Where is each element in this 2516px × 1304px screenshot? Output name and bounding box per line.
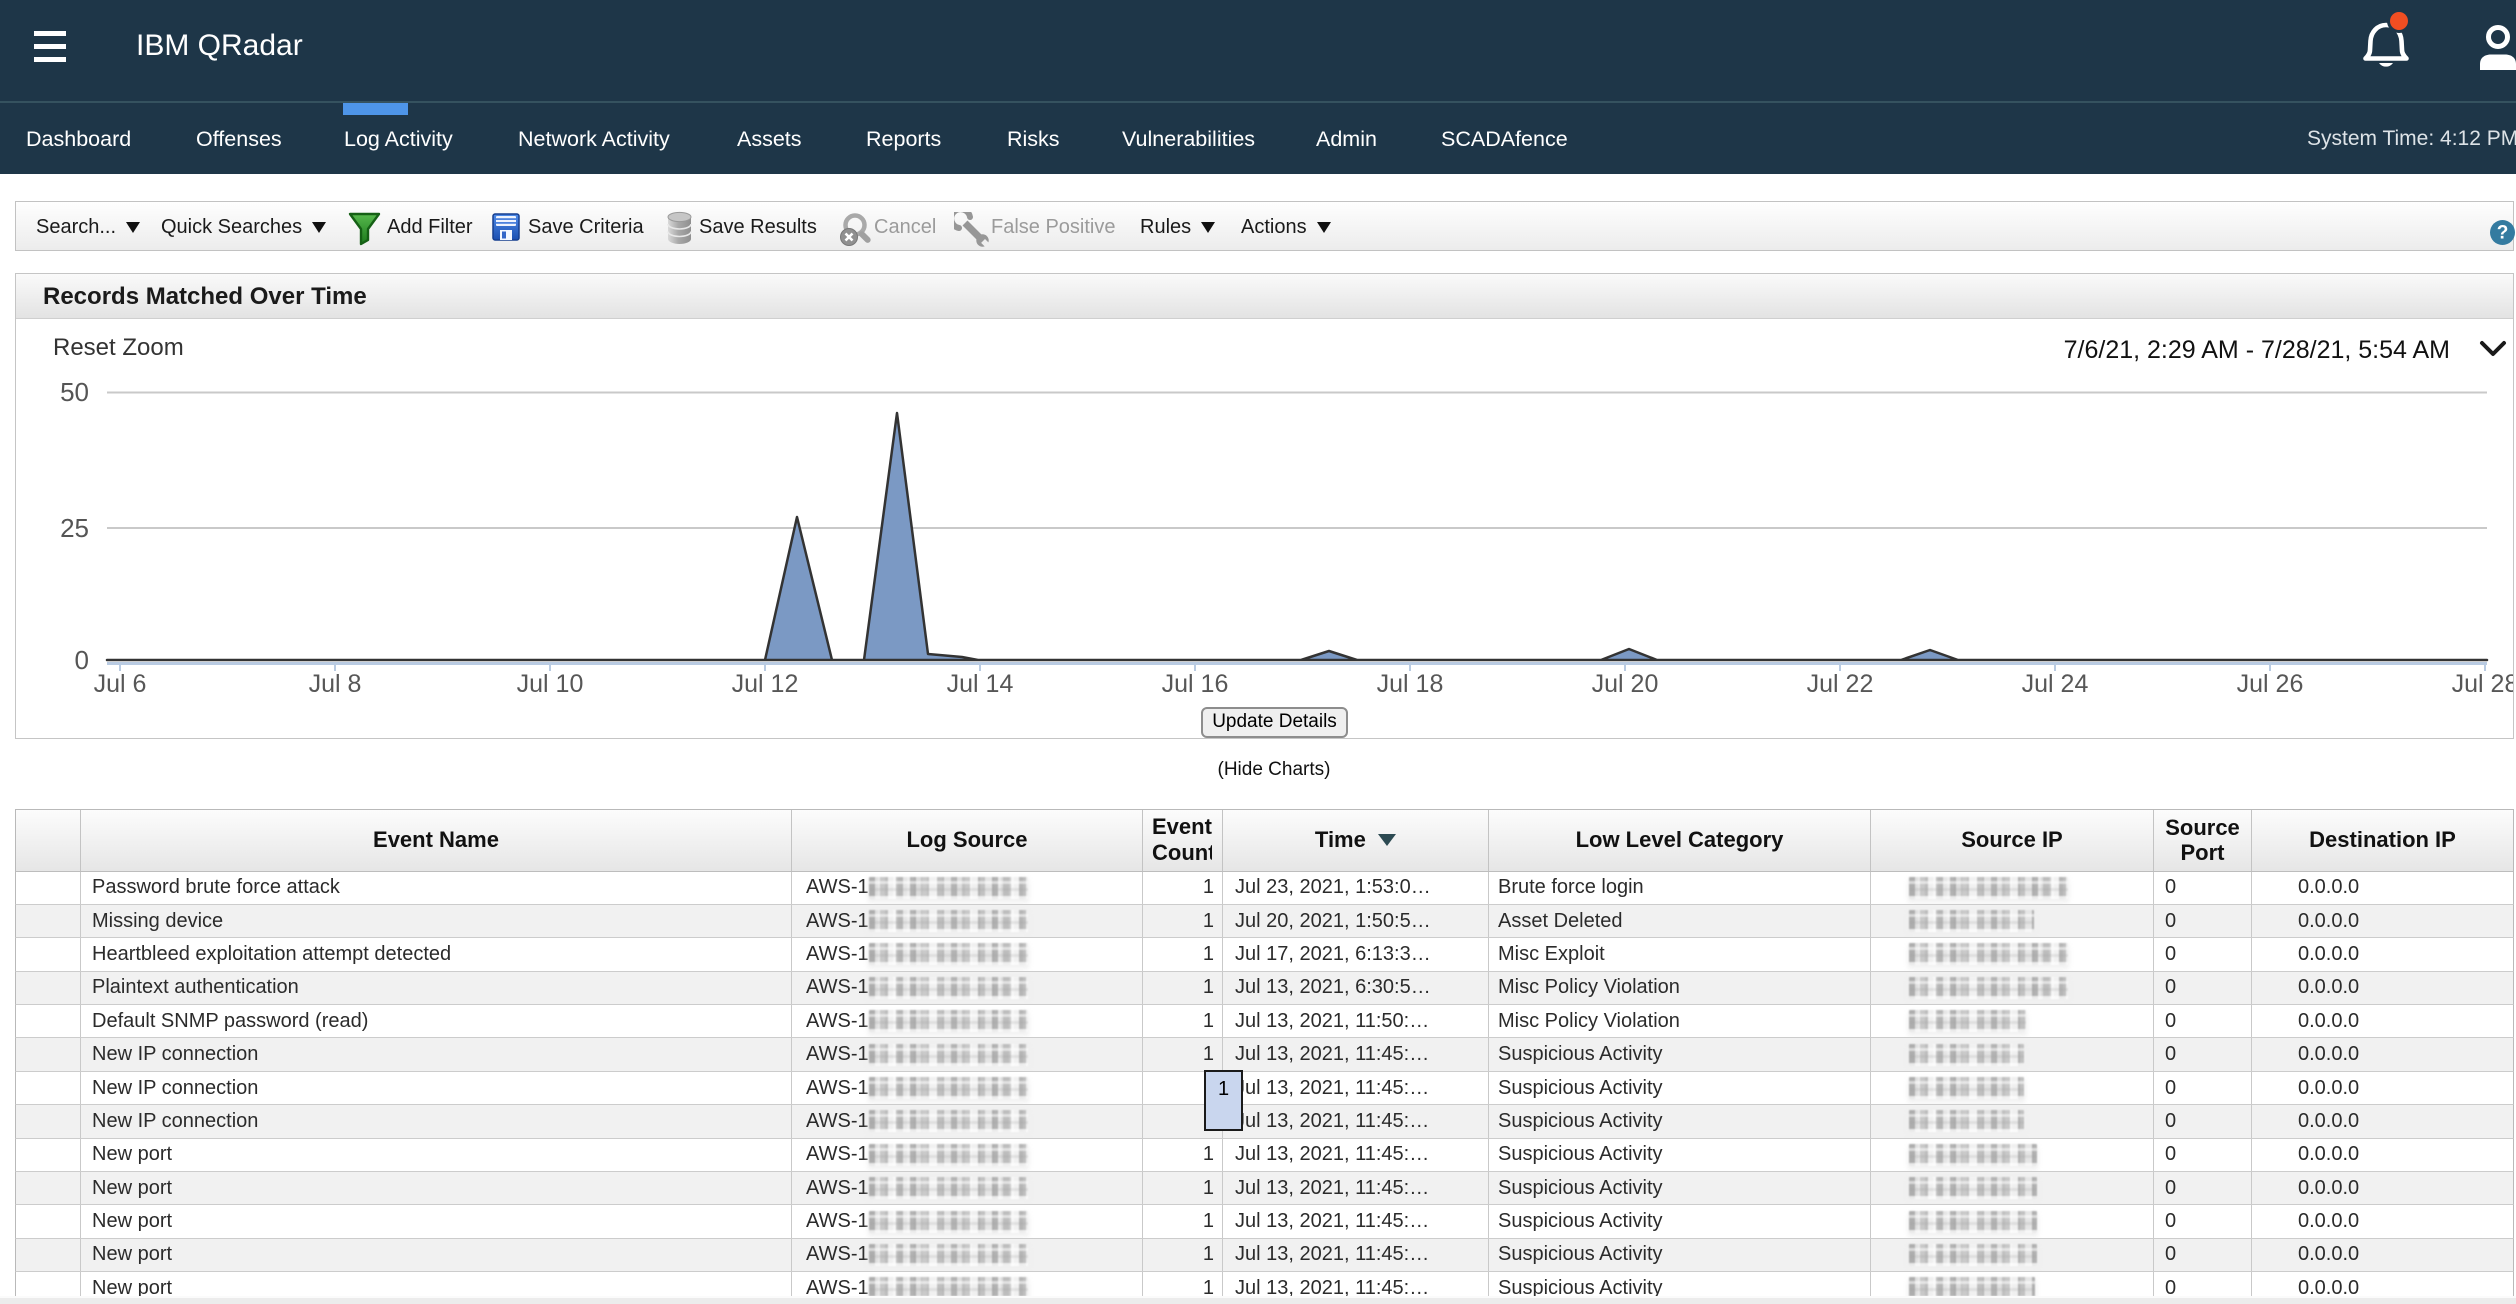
svg-text:Jul 16: Jul 16 bbox=[1162, 670, 1229, 698]
svg-text:Jul 26: Jul 26 bbox=[2237, 670, 2304, 698]
svg-text:Jul 28: Jul 28 bbox=[2452, 670, 2513, 698]
svg-text:Jul 18: Jul 18 bbox=[1377, 670, 1444, 698]
svg-text:Jul 10: Jul 10 bbox=[517, 670, 584, 698]
svg-text:Jul 20: Jul 20 bbox=[1592, 670, 1659, 698]
svg-text:?: ? bbox=[2497, 223, 2509, 244]
svg-text:Jul 22: Jul 22 bbox=[1807, 670, 1874, 698]
svg-text:Jul 6: Jul 6 bbox=[94, 670, 147, 698]
svg-text:Jul 8: Jul 8 bbox=[309, 670, 362, 698]
svg-text:50: 50 bbox=[60, 377, 89, 407]
svg-text:Jul 14: Jul 14 bbox=[947, 670, 1014, 698]
svg-text:Jul 24: Jul 24 bbox=[2022, 670, 2089, 698]
svg-text:Jul 12: Jul 12 bbox=[732, 670, 799, 698]
svg-text:0: 0 bbox=[75, 645, 89, 675]
svg-text:25: 25 bbox=[60, 513, 89, 543]
